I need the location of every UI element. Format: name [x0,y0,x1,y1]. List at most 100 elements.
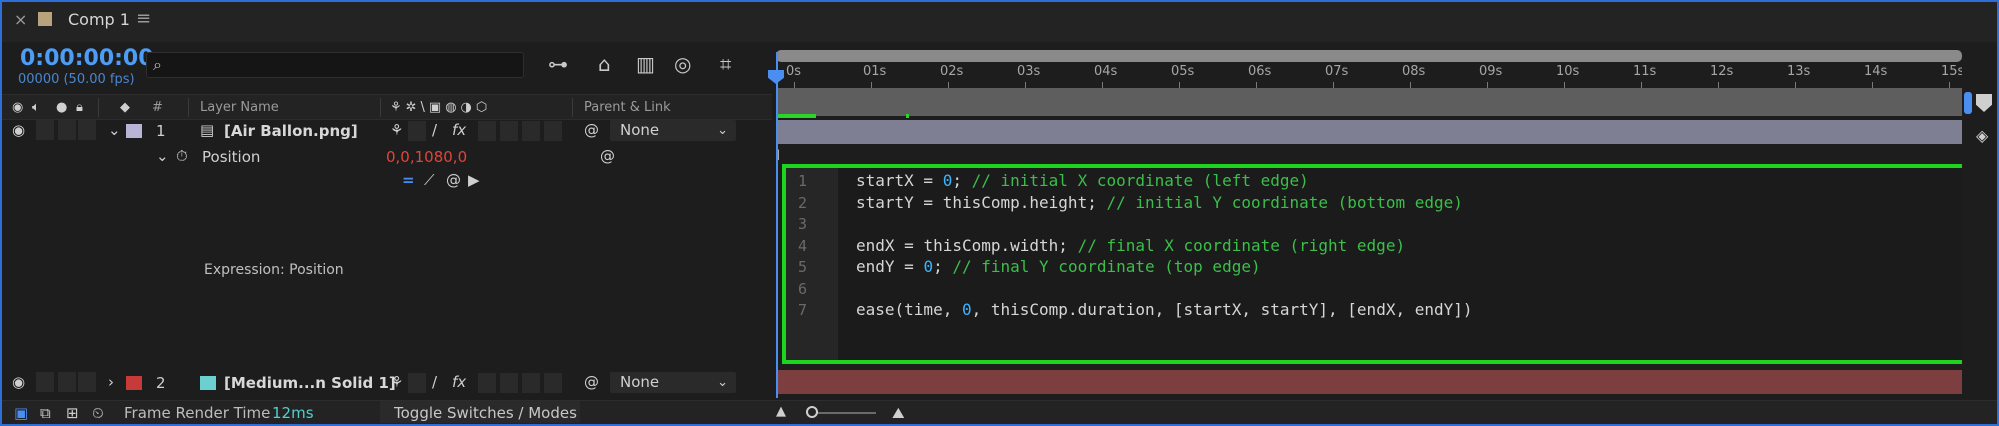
panel-menu-icon[interactable]: ≡ [136,8,151,29]
shy-switch-icon[interactable]: ⚘ [390,121,403,139]
graph-editor-icon[interactable]: ⌗ [720,52,731,76]
expression-graph-icon[interactable]: ⟋ [424,171,435,189]
line-number: 5 [798,258,808,276]
position-property-row[interactable]: ⌄ ⏱︎ Position 0,0,1080,0 @ [2,144,772,170]
search-icon: ⌕ [153,55,162,74]
code-line[interactable]: endX = thisComp.width; // final X coordi… [856,236,1405,255]
stopwatch-icon[interactable]: ⏱︎ [176,147,188,165]
layer-switches-toggle-icon[interactable]: ▣ [14,404,28,422]
layer-name[interactable]: [Air Ballon.png] [224,122,358,140]
render-time-toggle-icon[interactable]: ⏲︎ [92,404,104,422]
composition-flowchart-icon[interactable]: ⊶ [548,52,568,76]
visibility-column-icon[interactable]: ◉ [12,100,23,115]
effects-switch-icon[interactable]: fx [452,121,466,139]
ruler-tick-label: 14s [1864,64,1888,79]
pick-whip-icon[interactable]: @ [584,121,599,139]
zoom-in-icon[interactable]: ⛰︎ [892,404,905,422]
chevron-down-icon: ⌄ [717,123,728,138]
solo-column-icon[interactable]: ● [56,100,67,115]
layer-name[interactable]: [Medium...n Solid 1] [224,374,396,392]
effects-switch-icon[interactable]: fx [452,373,466,391]
line-number: 7 [798,301,808,319]
frame-blending-icon[interactable]: ▥ [636,52,655,76]
playhead[interactable] [776,52,778,398]
image-file-icon: ▤ [200,121,215,139]
transfer-controls-toggle-icon[interactable]: ⧉ [40,404,51,422]
switches-column-icons: ⚘✲\▣◍◑⬡ [390,100,492,115]
parent-value: None [620,373,660,391]
shy-switch-icon[interactable]: ⚘ [390,373,403,391]
time-ruler[interactable]: 0s 01s 02s 03s 04s 05s 06s 07s 08s 09s 10s 11s 12s 13… [776,62,1965,90]
expression-editor[interactable]: 1 startX = 0; // initial X coordinate (le… [782,164,1970,364]
ruler-tick-label: 13s [1787,64,1811,79]
chevron-down-icon[interactable]: ⌄ [108,121,121,139]
parent-dropdown[interactable]: None ⌄ [610,372,736,393]
label-color-swatch[interactable] [126,124,142,138]
layer-2-duration-bar[interactable] [776,370,1962,394]
status-bar: ▣ ⧉ ⊞ ⏲︎ Frame Render Time 12ms Toggle S… [2,400,1997,424]
layer-column-headers: ◉ 🔈︎ ● 🔒︎ ◆ # Layer Name ⚘✲\▣◍◑⬡ Parent … [2,94,772,120]
code-line[interactable]: ease(time, 0, thisComp.duration, [startX… [856,300,1473,319]
visibility-toggle-icon[interactable]: ◉ [12,373,25,391]
lock-column-icon[interactable]: 🔒︎ [76,100,83,115]
comp-tab-title[interactable]: Comp 1 [68,10,130,29]
work-area-bar[interactable] [776,50,1962,62]
zoom-out-icon[interactable]: ▲ [776,404,786,419]
solid-color-icon [200,376,216,390]
expression-pick-whip-icon[interactable]: @ [446,171,461,189]
in-out-toggle-icon[interactable]: ⊞ [66,404,79,422]
label-color-swatch[interactable] [126,376,142,390]
frame-rate-display: 00000 (50.00 fps) [18,72,135,87]
code-line[interactable]: startX = 0; // initial X coordinate (lef… [856,171,1309,190]
expression-pick-whip-icon[interactable]: @ [600,147,615,165]
search-input[interactable]: ⌕ [146,52,524,78]
layer-name-column-header[interactable]: Layer Name [200,100,279,115]
ruler-tick-label: 07s [1325,64,1349,79]
ruler-tick-label: 02s [940,64,964,79]
layer-row-1[interactable]: ◉ ⌄ 1 ▤ [Air Ballon.png] ⚘ / fx @ None ⌄ [2,118,772,144]
line-number: 6 [798,279,808,298]
current-time-display[interactable]: 0:00:00:00 [20,46,154,71]
code-line[interactable]: endY = 0; // final Y coordinate (top edg… [856,257,1261,276]
ruler-tick-label: 10s [1556,64,1580,79]
visibility-toggle-icon[interactable]: ◉ [12,121,25,139]
shy-layers-icon[interactable]: ⌂ [598,52,611,76]
enable-expression-icon[interactable]: = [402,171,415,189]
property-name: Position [202,148,261,166]
position-value[interactable]: 0,0,1080,0 [386,148,467,166]
pick-whip-icon[interactable]: @ [584,373,599,391]
label-column-icon[interactable]: ◆ [120,100,130,115]
code-line[interactable]: startY = thisComp.height; // initial Y c… [856,193,1463,212]
chevron-down-icon[interactable]: ⌄ [156,147,169,165]
quality-switch-icon[interactable]: / [432,121,437,139]
layer-row-2[interactable]: ◉ › 2 [Medium...n Solid 1] ⚘ / fx @ None… [2,370,772,396]
expression-language-menu-icon[interactable]: ▶ [468,171,480,189]
close-icon[interactable]: × [14,10,27,29]
ruler-tick-label: 06s [1248,64,1272,79]
ruler-tick-label: 12s [1710,64,1734,79]
motion-blur-icon[interactable]: ◎ [674,52,691,76]
parent-column-header[interactable]: Parent & Link [584,100,671,115]
layer-number: 2 [156,374,166,392]
chevron-right-icon[interactable]: › [108,373,114,391]
frame-render-label: Frame Render Time [124,404,271,422]
ruler-tick-label: 03s [1017,64,1041,79]
ruler-tick-label: 01s [863,64,887,79]
ruler-tick-label: 05s [1171,64,1195,79]
zoom-slider-handle[interactable] [806,406,818,418]
parent-dropdown[interactable]: None ⌄ [610,120,736,141]
line-number: 1 [798,172,808,190]
ruler-tick-label: 08s [1402,64,1426,79]
toggle-switches-button[interactable]: Toggle Switches / Modes [380,401,580,423]
quality-switch-icon[interactable]: / [432,373,437,391]
cached-frames-indicator [776,114,816,118]
ruler-tick-label: 15s [1941,64,1965,79]
comp-marker-bin-icon[interactable] [1976,94,1992,112]
comp-color-swatch [38,12,52,26]
zoom-handle[interactable] [1964,92,1972,114]
layer-switches-icon[interactable]: ◈ [1976,126,1988,145]
time-navigator[interactable] [776,88,1962,116]
layer-1-duration-bar[interactable] [776,120,1962,144]
timeline-scroll-strip: ◈ [1962,42,1997,400]
audio-column-icon[interactable]: 🔈︎ [32,100,40,115]
